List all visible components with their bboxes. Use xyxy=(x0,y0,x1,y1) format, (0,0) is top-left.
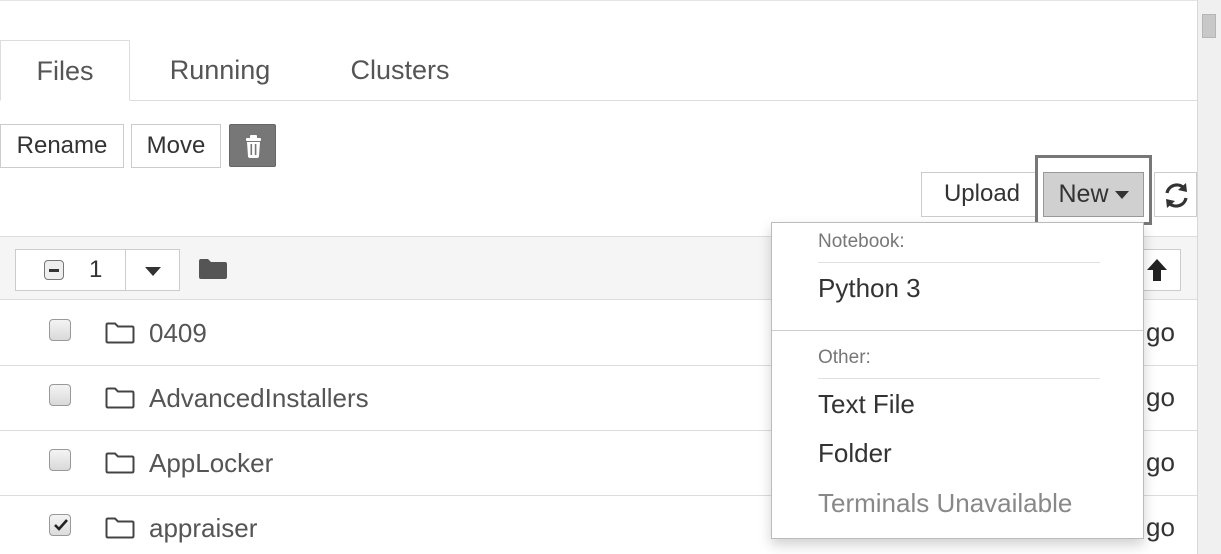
new-button[interactable]: New xyxy=(1043,172,1144,217)
folder-outline-icon xyxy=(105,322,135,344)
folder-outline-icon xyxy=(105,452,135,474)
menu-divider xyxy=(818,262,1100,263)
tab-clusters[interactable]: Clusters xyxy=(310,40,490,101)
select-all-group[interactable]: 1 xyxy=(15,249,180,291)
folder-icon[interactable] xyxy=(198,258,228,280)
rename-button[interactable]: Rename xyxy=(0,124,124,168)
menu-item-text-file[interactable]: Text File xyxy=(818,389,915,420)
refresh-button[interactable] xyxy=(1154,172,1197,217)
upload-button[interactable]: Upload xyxy=(921,172,1043,217)
tab-divider xyxy=(0,100,1197,101)
scrollbar-thumb[interactable] xyxy=(1202,14,1216,38)
item-name[interactable]: appraiser xyxy=(149,496,257,554)
move-button[interactable]: Move xyxy=(131,124,221,168)
folder-outline-icon xyxy=(105,517,135,539)
menu-divider xyxy=(818,378,1100,379)
vertical-scrollbar[interactable] xyxy=(1197,0,1221,554)
menu-item-python3[interactable]: Python 3 xyxy=(818,273,921,304)
tab-running[interactable]: Running xyxy=(130,40,310,101)
file-browser-window: Files Running Clusters Rename Move Uploa… xyxy=(0,0,1221,554)
folder-outline-icon xyxy=(105,387,135,409)
item-modified: go xyxy=(1146,317,1175,347)
tab-files[interactable]: Files xyxy=(0,40,130,101)
row-checkbox[interactable] xyxy=(49,514,71,536)
item-modified: go xyxy=(1146,512,1175,542)
new-button-label: New xyxy=(1058,180,1109,208)
selected-count: 1 xyxy=(89,256,103,283)
item-name[interactable]: 0409 xyxy=(149,301,207,366)
item-modified: go xyxy=(1146,447,1175,477)
select-menu-caret-icon[interactable] xyxy=(145,267,161,276)
tab-bar: Files Running Clusters xyxy=(0,40,1197,101)
trash-icon xyxy=(246,135,261,158)
menu-section-divider xyxy=(772,330,1143,331)
notebook-section-header: Notebook: xyxy=(818,231,905,252)
menu-item-folder[interactable]: Folder xyxy=(818,438,892,469)
other-section-header: Other: xyxy=(818,347,871,368)
select-divider xyxy=(125,250,126,290)
checkmark-icon xyxy=(54,519,68,531)
new-dropdown-menu: Notebook: Python 3 Other: Text File Fold… xyxy=(771,222,1144,539)
item-modified: go xyxy=(1146,382,1175,412)
refresh-icon xyxy=(1165,183,1188,208)
delete-button[interactable] xyxy=(229,124,276,167)
select-all-checkbox[interactable] xyxy=(44,260,64,280)
row-checkbox[interactable] xyxy=(49,319,71,341)
caret-down-icon xyxy=(1114,191,1129,200)
top-border xyxy=(0,0,1197,1)
menu-item-terminals-unavailable: Terminals Unavailable xyxy=(818,488,1073,518)
row-checkbox[interactable] xyxy=(49,449,71,471)
item-name[interactable]: AppLocker xyxy=(149,431,273,496)
row-checkbox[interactable] xyxy=(49,384,71,406)
item-name[interactable]: AdvancedInstallers xyxy=(149,366,369,431)
